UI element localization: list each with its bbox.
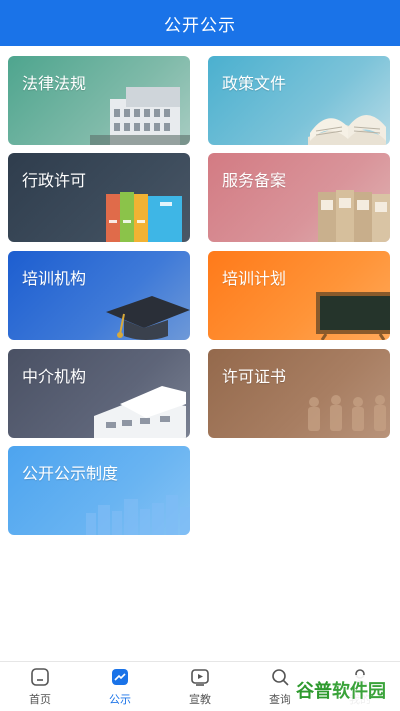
- card-license-certificates[interactable]: 许可证书: [208, 349, 390, 438]
- card-label: 许可证书: [222, 367, 287, 386]
- card-training-plan[interactable]: 培训计划: [208, 251, 390, 340]
- blackboard-icon: [316, 292, 390, 340]
- tab-label: 公示: [109, 693, 131, 706]
- card-label: 培训机构: [22, 269, 87, 288]
- search-icon: [272, 669, 289, 686]
- card-label: 中介机构: [22, 367, 87, 386]
- chart-icon: [112, 669, 128, 685]
- card-intermediary-agencies[interactable]: 中介机构: [8, 349, 190, 438]
- app-header: 公开公示: [0, 0, 400, 46]
- card-label: 政策文件: [222, 74, 287, 93]
- card-label: 服务备案: [222, 171, 287, 190]
- card-label: 培训计划: [222, 269, 287, 288]
- card-service-filing[interactable]: 服务备案: [208, 153, 390, 242]
- card-disclosure-system[interactable]: 公开公示制度: [8, 446, 190, 535]
- play-icon: [191, 669, 209, 686]
- card-administrative-license[interactable]: 行政许可: [8, 153, 190, 242]
- city-skyline-icon: [86, 495, 190, 535]
- binders-icon: [106, 192, 182, 242]
- card-policy-documents[interactable]: 政策文件: [208, 56, 390, 145]
- watermark-text-1: 谷普: [296, 681, 332, 702]
- card-training-institutions[interactable]: 培训机构: [8, 251, 190, 340]
- open-book-icon: [308, 115, 386, 145]
- tab-label: 首页: [29, 693, 51, 706]
- tab-label: 查询: [269, 693, 291, 706]
- page-title: 公开公示: [164, 15, 236, 36]
- tab-label: 宣教: [189, 693, 211, 706]
- building-icon: [94, 386, 186, 438]
- graduation-cap-icon: [106, 296, 190, 340]
- card-label: 公开公示制度: [22, 464, 119, 483]
- card-laws-regulations[interactable]: 法律法规: [8, 56, 190, 145]
- card-label: 法律法规: [22, 74, 87, 93]
- file-boxes-icon: [318, 190, 390, 242]
- home-icon: [31, 668, 49, 686]
- watermark-text-2: 软件园: [332, 681, 386, 702]
- building-icon: [90, 87, 190, 145]
- watermark-logo: 谷普 软件园: [290, 675, 392, 705]
- tab-disclosure[interactable]: 公示: [80, 662, 160, 711]
- people-silhouette-icon: [308, 395, 386, 431]
- tab-home[interactable]: 首页: [0, 662, 80, 711]
- tab-education[interactable]: 宣教: [160, 662, 240, 711]
- card-label: 行政许可: [22, 171, 87, 190]
